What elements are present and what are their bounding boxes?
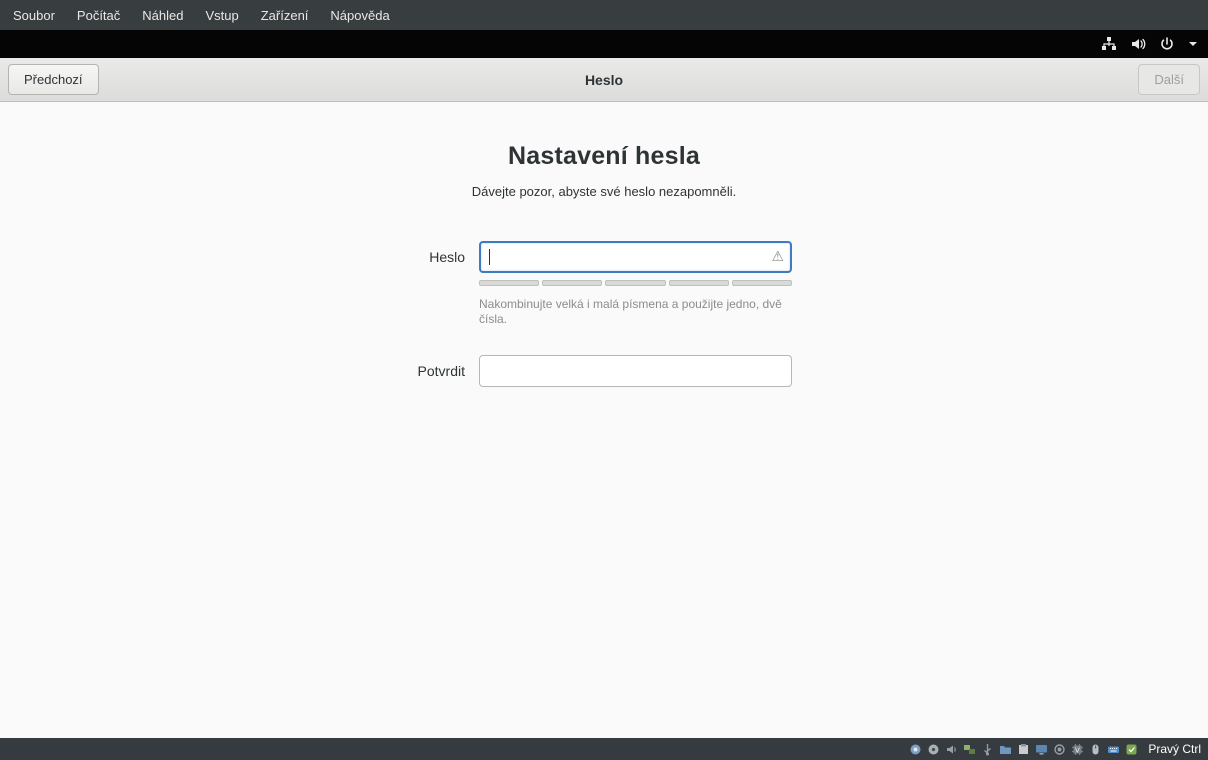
- menu-vstup[interactable]: Vstup: [194, 1, 249, 30]
- page-title: Heslo: [584, 71, 624, 88]
- menu-soubor[interactable]: Soubor: [2, 1, 66, 30]
- menu-napoveda[interactable]: Nápověda: [319, 1, 400, 30]
- vbox-menubar: Soubor Počítač Náhled Vstup Zařízení Náp…: [0, 0, 1208, 30]
- volume-icon[interactable]: [1130, 36, 1146, 52]
- strength-segment: [668, 280, 729, 286]
- menu-pocitac[interactable]: Počítač: [66, 1, 131, 30]
- clipboard-icon[interactable]: [1017, 743, 1030, 756]
- strength-segment: [542, 280, 603, 286]
- confirm-entry-wrap: [479, 355, 792, 387]
- setup-subtitle: Dávejte pozor, abyste své heslo nezapomn…: [471, 184, 737, 199]
- password-form: Heslo ⚠ Nakombinujte velká i malá písmen…: [285, 241, 1208, 387]
- usb-icon[interactable]: [981, 743, 994, 756]
- recording-icon[interactable]: [1053, 743, 1066, 756]
- host-state-icon[interactable]: [1125, 743, 1138, 756]
- confirm-password-input[interactable]: [479, 355, 792, 387]
- text-caret: [489, 249, 490, 265]
- main-content: Nastavení hesla Dávejte pozor, abyste sv…: [0, 102, 1208, 738]
- strength-segment: [731, 280, 793, 286]
- strength-segment: [479, 280, 540, 286]
- display-icon[interactable]: [1035, 743, 1048, 756]
- network-icon[interactable]: [1101, 36, 1117, 52]
- menu-zarizeni[interactable]: Zařízení: [250, 1, 320, 30]
- headerbar: Předchozí Heslo Další: [0, 58, 1208, 102]
- features-icon[interactable]: V: [1071, 743, 1084, 756]
- strength-segment: [605, 280, 666, 286]
- password-strength-meter: [479, 280, 793, 286]
- setup-title: Nastavení hesla: [508, 142, 700, 170]
- network-icon[interactable]: [963, 743, 976, 756]
- audio-icon[interactable]: [945, 743, 958, 756]
- hdd-icon[interactable]: [909, 743, 922, 756]
- host-key-label: Pravý Ctrl: [1148, 742, 1201, 756]
- confirm-label: Potvrdit: [417, 363, 465, 379]
- next-button[interactable]: Další: [1138, 64, 1200, 95]
- power-icon[interactable]: [1159, 36, 1175, 52]
- cd-icon[interactable]: [927, 743, 940, 756]
- keyboard-icon[interactable]: [1107, 743, 1120, 756]
- password-input[interactable]: [479, 241, 792, 273]
- chevron-down-icon[interactable]: [1188, 39, 1198, 49]
- gnome-topbar: [0, 30, 1208, 58]
- shared-folders-icon[interactable]: [999, 743, 1012, 756]
- password-entry-wrap: ⚠: [479, 241, 792, 273]
- password-hint: Nakombinujte velká i malá písmena a použ…: [479, 297, 782, 326]
- vbox-statusbar: V Pravý Ctrl: [0, 738, 1208, 760]
- password-label: Heslo: [429, 249, 465, 265]
- warning-icon: ⚠: [771, 248, 784, 264]
- menu-nahled[interactable]: Náhled: [131, 1, 194, 30]
- svg-text:V: V: [1075, 747, 1080, 754]
- mouse-icon[interactable]: [1089, 743, 1102, 756]
- previous-button[interactable]: Předchozí: [8, 64, 99, 95]
